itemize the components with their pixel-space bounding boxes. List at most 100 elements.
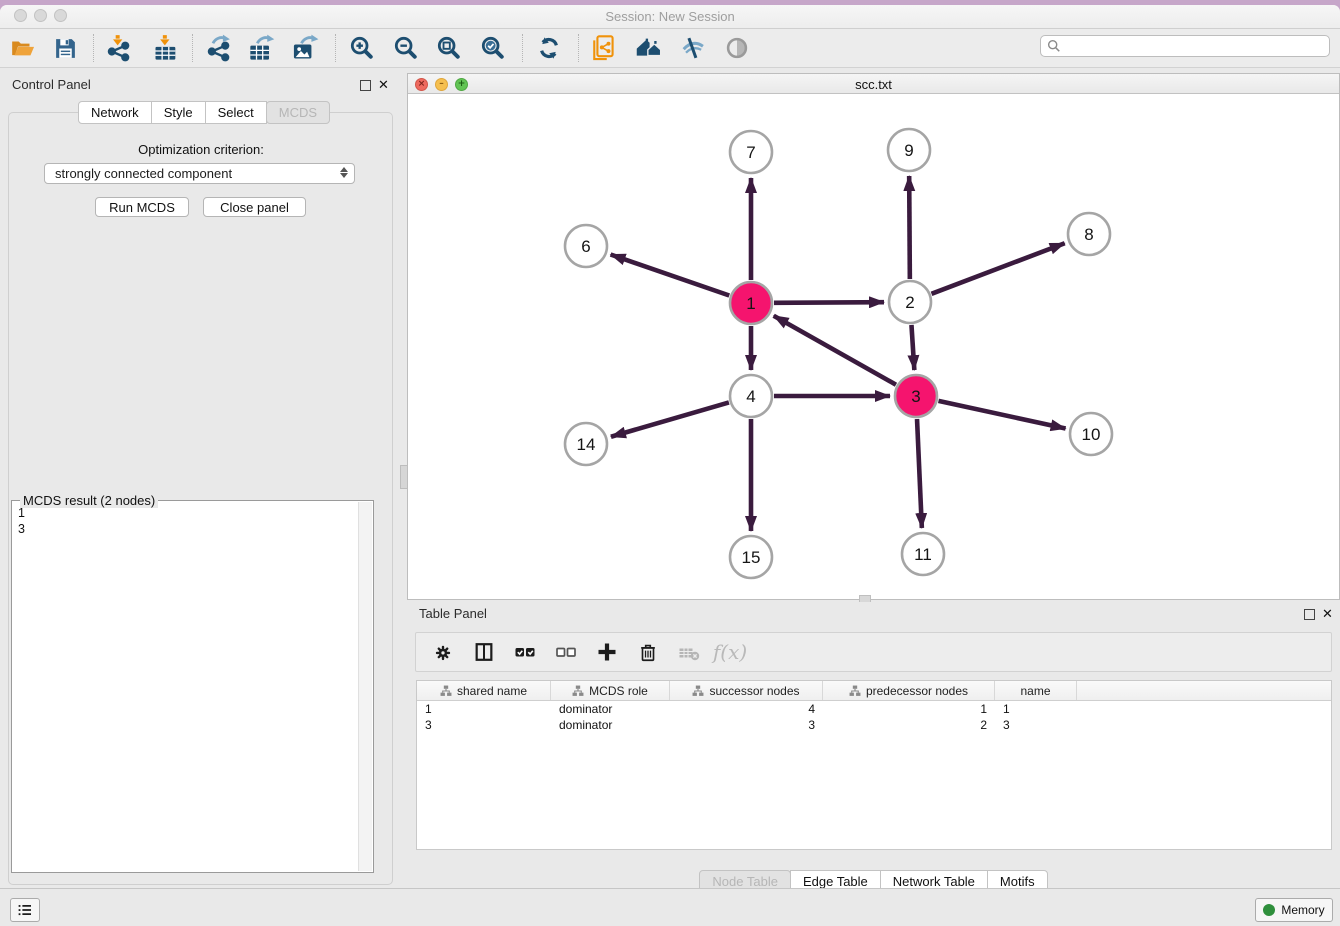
chevron-updown-icon — [340, 167, 348, 178]
show-column-panel-icon[interactable] — [471, 639, 497, 665]
table-cell[interactable]: dominator — [551, 717, 670, 733]
export-table-icon[interactable] — [245, 31, 279, 65]
tab-select[interactable]: Select — [205, 101, 267, 124]
edge-3-1[interactable] — [774, 316, 896, 385]
close-mcds-button[interactable]: Close panel — [203, 197, 306, 217]
zoom-in-icon[interactable] — [345, 31, 379, 65]
delete-column-icon[interactable] — [635, 639, 661, 665]
table-cell[interactable]: 2 — [823, 717, 995, 733]
memory-button[interactable]: Memory — [1255, 898, 1333, 922]
mcds-result-list: 13 — [18, 505, 25, 537]
svg-text:7: 7 — [746, 143, 755, 162]
criterion-value: strongly connected component — [55, 166, 232, 181]
settings-icon[interactable] — [430, 639, 456, 665]
node-7[interactable]: 7 — [730, 131, 772, 173]
table-cell[interactable]: 3 — [417, 717, 551, 733]
home-icon[interactable] — [632, 31, 666, 65]
table-cell[interactable]: dominator — [551, 701, 670, 717]
zoom-fit-icon[interactable] — [432, 31, 466, 65]
column-header-name[interactable]: name — [995, 681, 1077, 700]
show-panels-icon[interactable] — [720, 31, 754, 65]
table-cell[interactable]: 3 — [995, 717, 1077, 733]
column-header-successor-nodes[interactable]: successor nodes — [670, 681, 823, 700]
criterion-label: Optimization criterion: — [0, 142, 402, 157]
edge-4-14[interactable] — [611, 402, 729, 436]
close-table-panel-icon[interactable]: ✕ — [1322, 608, 1333, 619]
node-6[interactable]: 6 — [565, 225, 607, 267]
svg-text:3: 3 — [911, 387, 920, 406]
svg-text:2: 2 — [905, 293, 914, 312]
hide-panels-icon[interactable] — [676, 31, 710, 65]
column-type-icon — [849, 685, 861, 697]
result-scrollbar[interactable] — [358, 502, 372, 871]
select-all-icon[interactable] — [512, 639, 538, 665]
tab-style[interactable]: Style — [151, 101, 206, 124]
control-panel: Control Panel ✕ NetworkStyleSelectMCDS O… — [0, 73, 402, 893]
search-field[interactable] — [1040, 35, 1330, 57]
table-row[interactable]: 1dominator411 — [417, 701, 1331, 717]
edge-1-2[interactable] — [774, 302, 884, 303]
node-1[interactable]: 1 — [730, 282, 772, 324]
search-icon — [1047, 39, 1061, 53]
edge-2-8[interactable] — [932, 243, 1065, 294]
node-table[interactable]: shared nameMCDS rolesuccessor nodesprede… — [416, 680, 1332, 850]
column-type-icon — [440, 685, 452, 697]
import-network-icon[interactable] — [103, 31, 137, 65]
svg-text:11: 11 — [914, 545, 932, 564]
network-canvas[interactable]: 7 9 6 8 1 2 4 3 14 10 15 11 — [408, 94, 1339, 599]
export-network-icon[interactable] — [203, 31, 237, 65]
float-panel-icon[interactable] — [360, 79, 371, 94]
tab-network[interactable]: Network — [78, 101, 152, 124]
float-table-panel-icon[interactable] — [1304, 608, 1315, 623]
import-table-icon[interactable] — [149, 31, 183, 65]
column-header-mcds-role[interactable]: MCDS role — [551, 681, 670, 700]
apply-layout-icon[interactable] — [532, 31, 566, 65]
close-panel-icon[interactable]: ✕ — [378, 79, 389, 90]
table-header-row: shared nameMCDS rolesuccessor nodesprede… — [417, 681, 1331, 701]
table-cell[interactable]: 1 — [823, 701, 995, 717]
node-9[interactable]: 9 — [888, 129, 930, 171]
zoom-selected-icon[interactable] — [476, 31, 510, 65]
tab-mcds[interactable]: MCDS — [266, 101, 330, 124]
open-session-icon[interactable] — [6, 31, 40, 65]
save-session-icon[interactable] — [48, 31, 82, 65]
table-body: 1dominator4113dominator323 — [417, 701, 1331, 733]
table-cell[interactable]: 1 — [995, 701, 1077, 717]
run-mcds-button[interactable]: Run MCDS — [95, 197, 189, 217]
node-14[interactable]: 14 — [565, 423, 607, 465]
svg-text:14: 14 — [577, 435, 596, 454]
control-panel-tabs: NetworkStyleSelectMCDS — [78, 101, 330, 124]
edge-3-10[interactable] — [938, 401, 1065, 429]
edge-2-3[interactable] — [911, 325, 914, 370]
toolbar-separator — [93, 34, 94, 62]
network-graph[interactable]: 7 9 6 8 1 2 4 3 14 10 15 11 — [408, 94, 1339, 599]
app-window: Session: New Session — [0, 5, 1340, 926]
status-bar: Memory — [0, 888, 1340, 926]
export-image-icon[interactable] — [288, 31, 322, 65]
edge-1-6[interactable] — [611, 254, 730, 295]
deselect-all-icon[interactable] — [553, 639, 579, 665]
node-8[interactable]: 8 — [1068, 213, 1110, 255]
task-history-button[interactable] — [10, 898, 40, 922]
clone-network-icon[interactable] — [588, 31, 622, 65]
table-cell[interactable]: 1 — [417, 701, 551, 717]
node-15[interactable]: 15 — [730, 536, 772, 578]
table-cell[interactable]: 3 — [670, 717, 823, 733]
node-2[interactable]: 2 — [889, 281, 931, 323]
add-column-icon[interactable] — [594, 639, 620, 665]
column-header-shared-name[interactable]: shared name — [417, 681, 551, 700]
node-11[interactable]: 11 — [902, 533, 944, 575]
table-cell[interactable]: 4 — [670, 701, 823, 717]
node-10[interactable]: 10 — [1070, 413, 1112, 455]
table-panel: Table Panel ✕ f(x) — [407, 602, 1340, 893]
edge-3-11[interactable] — [917, 419, 922, 528]
search-input[interactable] — [1061, 38, 1329, 54]
edge-2-9[interactable] — [909, 176, 910, 279]
criterion-dropdown[interactable]: strongly connected component — [44, 163, 355, 184]
column-header-predecessor-nodes[interactable]: predecessor nodes — [823, 681, 995, 700]
node-3[interactable]: 3 — [895, 375, 937, 417]
svg-text:9: 9 — [904, 141, 913, 160]
table-row[interactable]: 3dominator323 — [417, 717, 1331, 733]
zoom-out-icon[interactable] — [389, 31, 423, 65]
node-4[interactable]: 4 — [730, 375, 772, 417]
